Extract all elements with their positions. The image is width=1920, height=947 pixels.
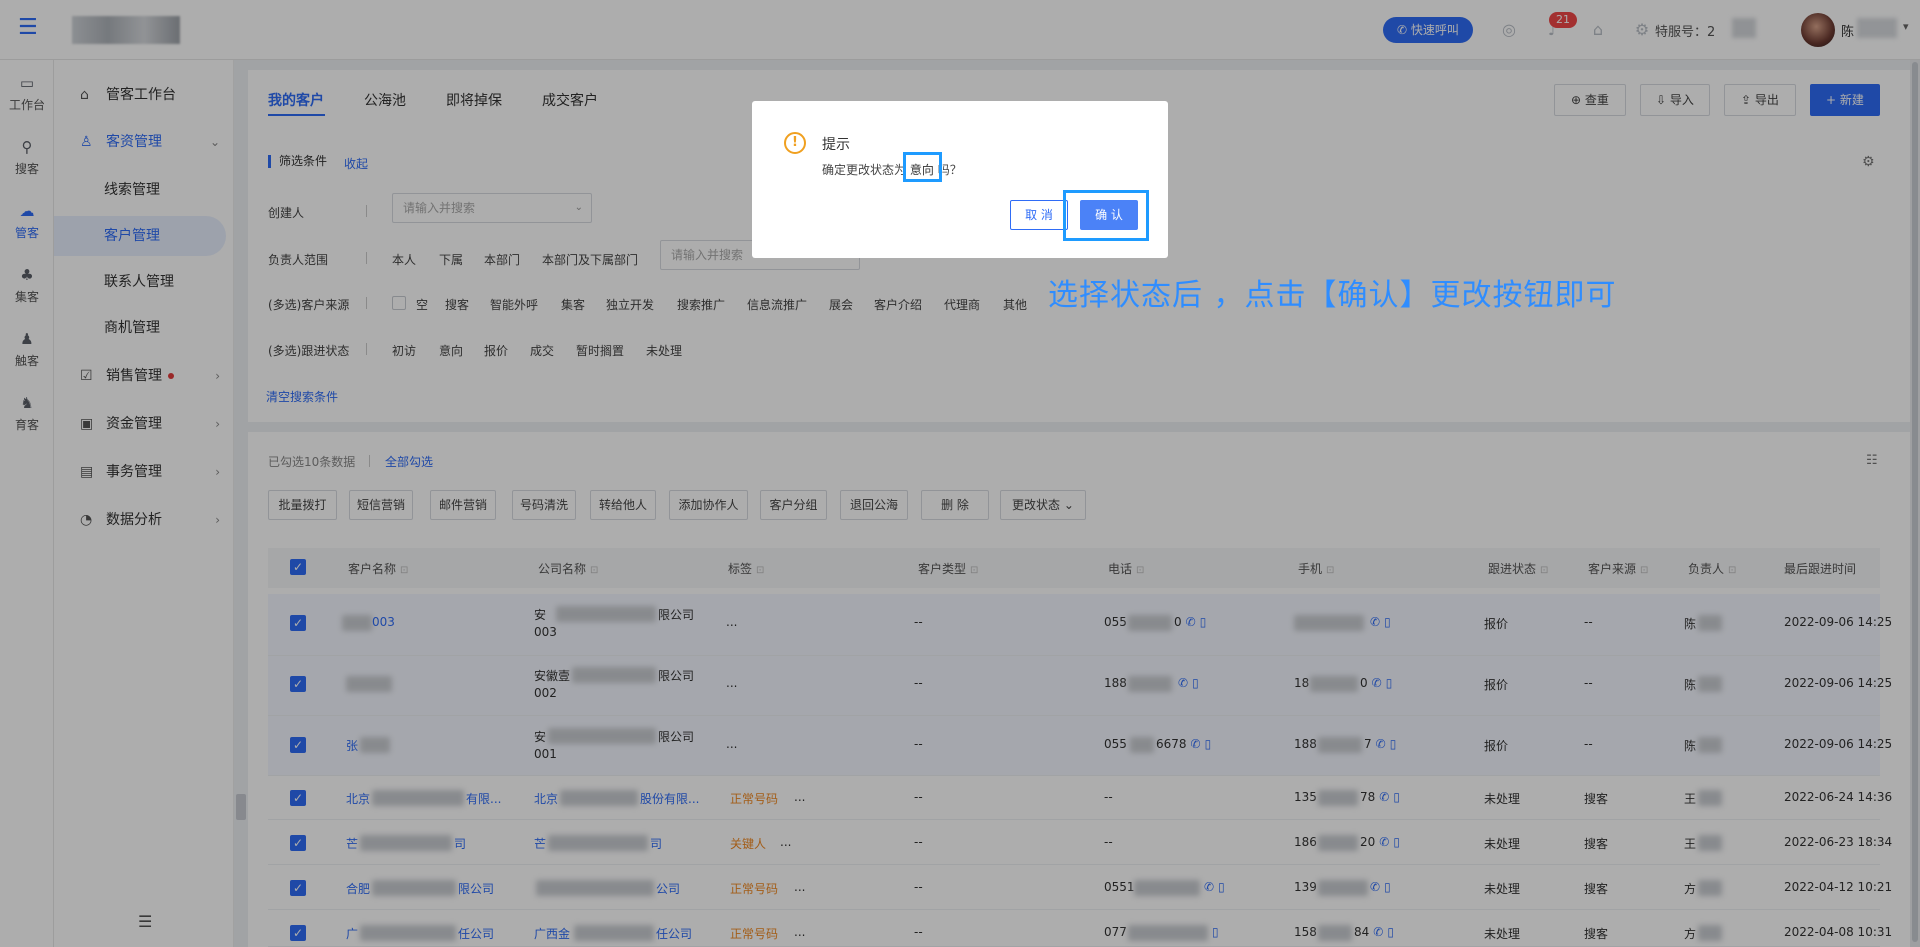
cancel-button[interactable]: 取 消 xyxy=(1010,200,1068,230)
highlight-box-confirm xyxy=(1063,190,1149,241)
dialog-title: 提示 xyxy=(822,137,850,153)
tutorial-annotation: 选择状态后 ，点击【确认】更改按钮即可 xyxy=(1048,278,1617,313)
highlight-box-status-value xyxy=(903,152,942,182)
warning-icon: ! xyxy=(784,132,806,154)
dialog-message-prefix: 确定更改状态为 xyxy=(822,163,907,177)
